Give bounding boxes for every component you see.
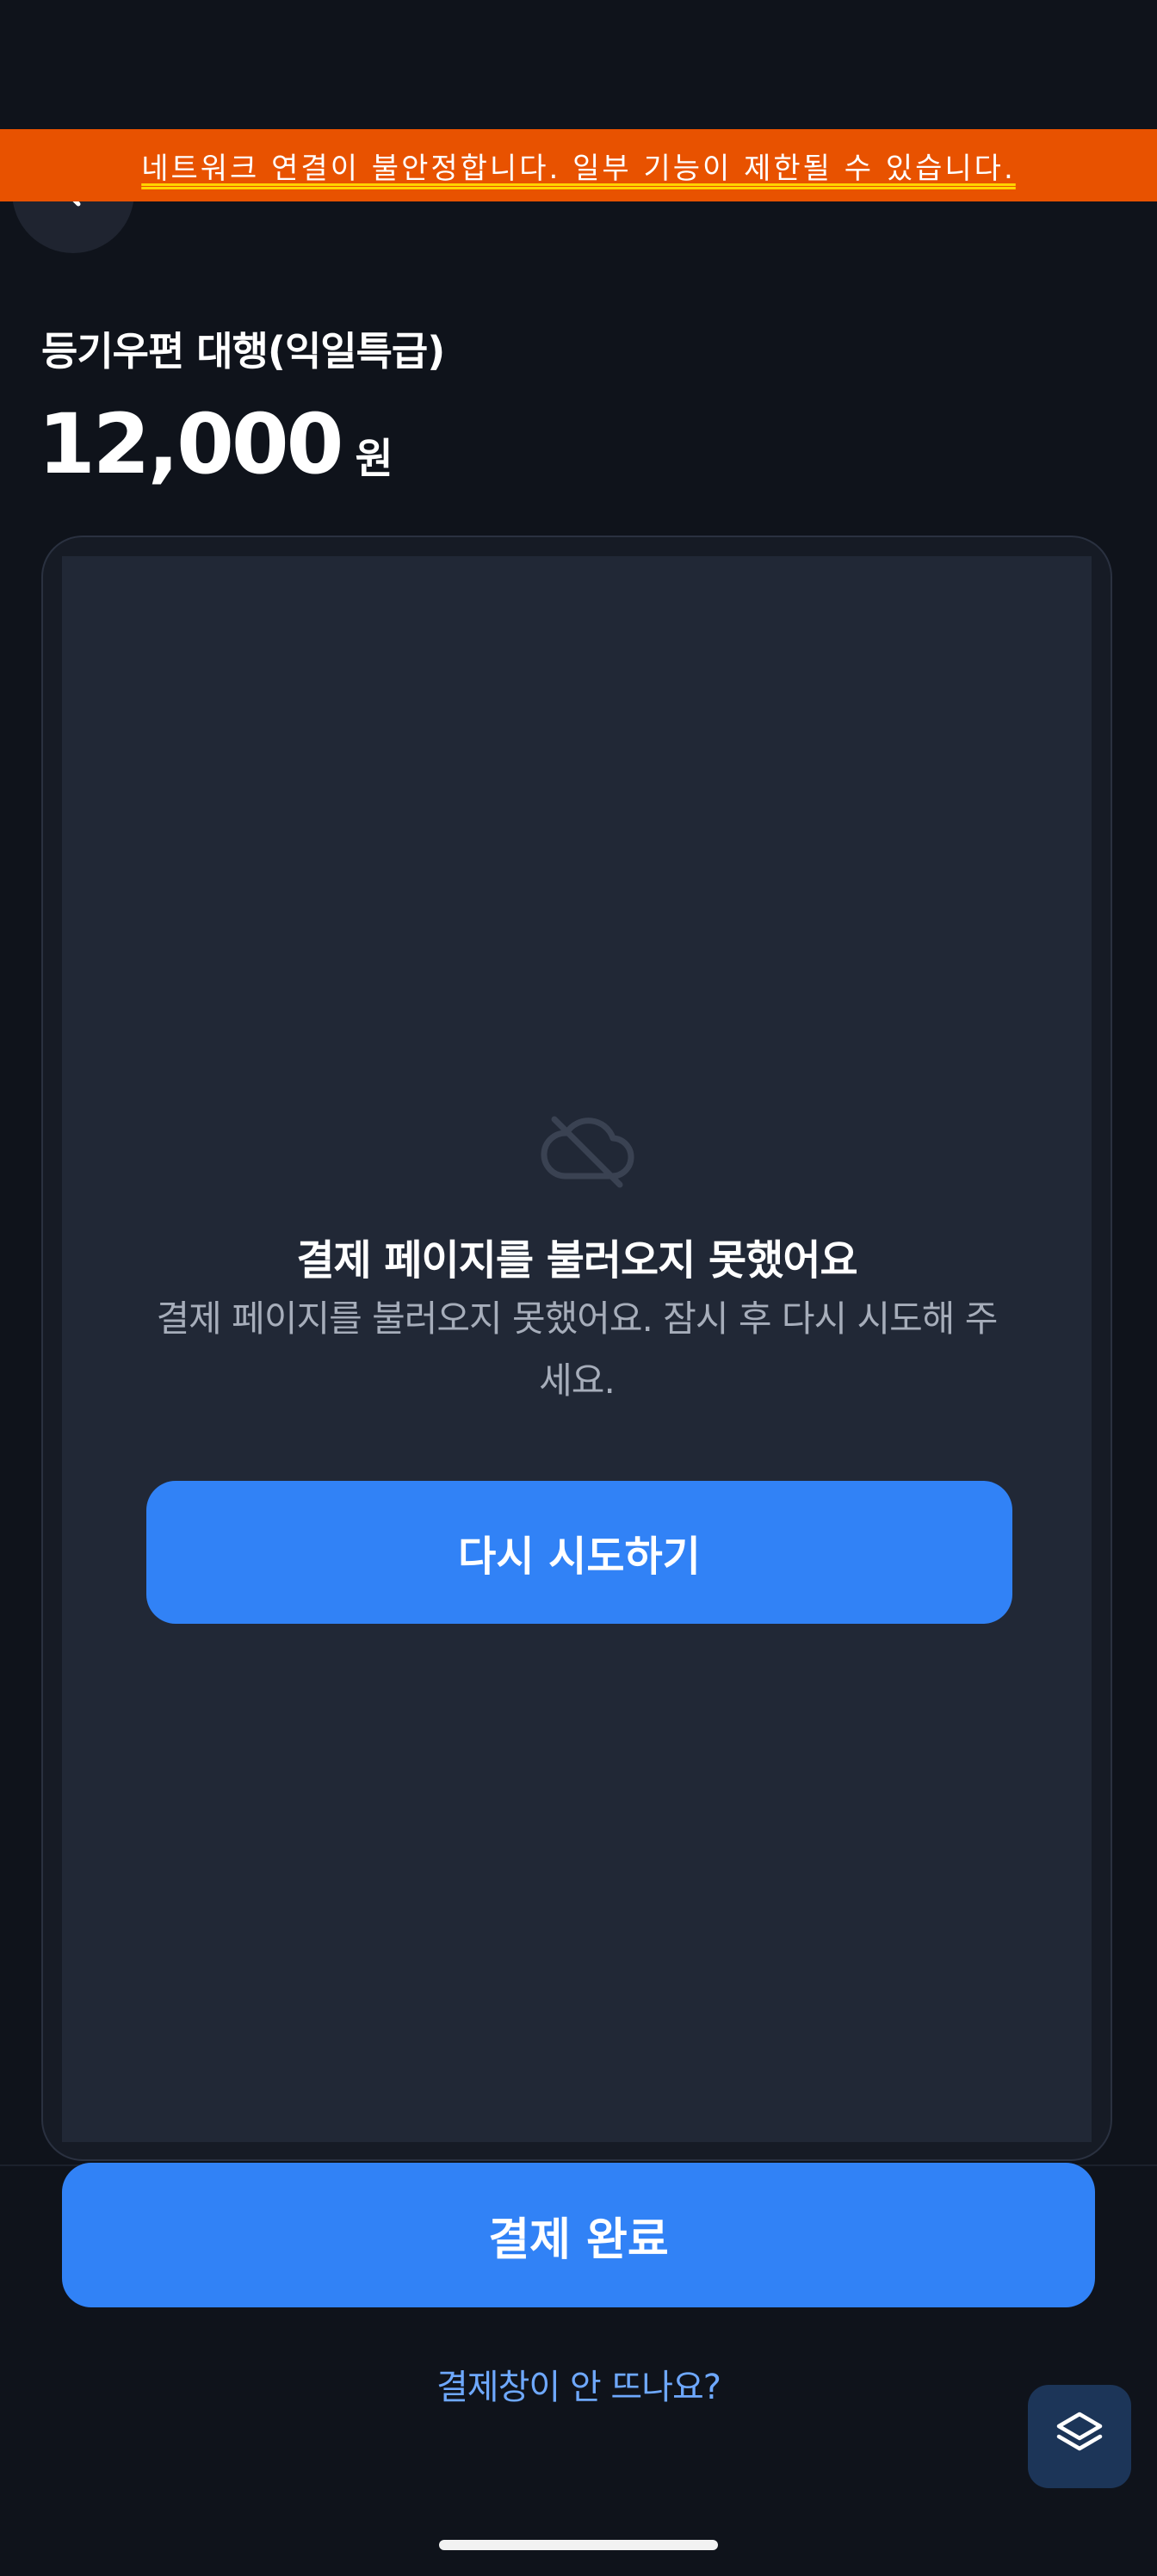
error-title: 결제 페이지를 불러오지 못했어요 [296,1236,857,1285]
payment-complete-button[interactable]: 결제 완료 [62,2163,1095,2307]
product-title: 등기우편 대행(익일특급) [41,328,445,375]
error-message: 결제 페이지를 불러오지 못했어요. 잠시 후 다시 시도해 주세요. [156,1297,999,1402]
retry-button[interactable]: 다시 시도하기 [146,1481,1012,1624]
network-warning-banner: 네트워크 연결이 불안정합니다. 일부 기능이 제한될 수 있습니다. [0,129,1157,201]
floating-layers-button[interactable] [1028,2385,1131,2488]
network-warning-text: 네트워크 연결이 불안정합니다. 일부 기능이 제한될 수 있습니다. [141,151,1016,186]
layers-icon [1054,2409,1105,2464]
cloud-off-icon [535,1107,639,1193]
payment-help-link[interactable]: 결제창이 안 뜨나요? [0,2359,1157,2409]
price-currency: 원 [355,435,393,483]
home-indicator [439,2540,718,2550]
price-amount: 12,000 [38,396,343,492]
price: 12,000 원 [38,403,393,486]
payment-frame-content: 결제 페이지를 불러오지 못했어요 결제 페이지를 불러오지 못했어요. 잠시 … [62,556,1092,2142]
payment-frame: 결제 페이지를 불러오지 못했어요 결제 페이지를 불러오지 못했어요. 잠시 … [41,536,1112,2161]
